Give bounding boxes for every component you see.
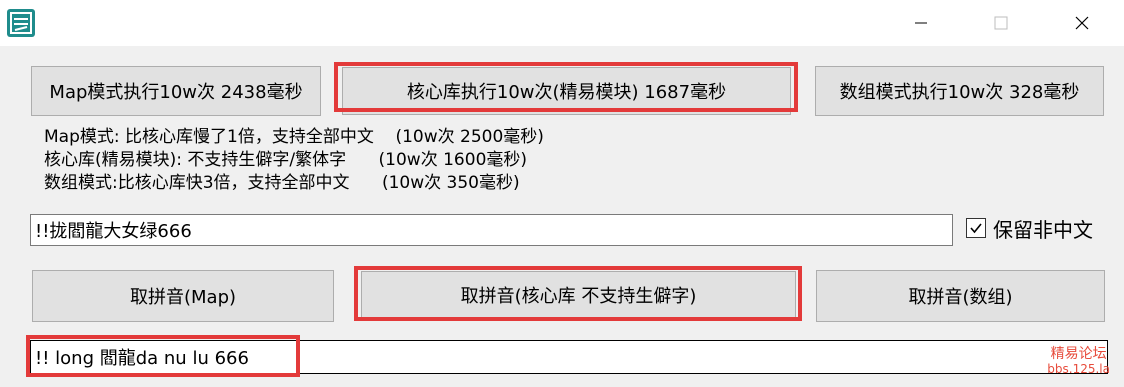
minimize-icon: [915, 22, 927, 24]
highlight-box-pinyin-core: [354, 266, 802, 321]
app-icon: [6, 8, 36, 38]
close-icon: [1075, 16, 1089, 30]
pinyin-map-button[interactable]: 取拼音(Map): [32, 270, 334, 322]
checkmark-icon: [970, 223, 982, 234]
checkbox-box[interactable]: [966, 218, 986, 238]
keep-non-chinese-checkbox[interactable]: 保留非中文: [966, 213, 1093, 243]
highlight-box-output: [26, 335, 300, 377]
minimize-button[interactable]: [898, 0, 944, 46]
watermark-line2: bbs.125.la: [1047, 362, 1110, 376]
source-text-value: !!拢閻龍大女绿666: [35, 221, 192, 242]
description-line-array: 数组模式:比核心库快3倍，支持全部中文 (10w次 350毫秒): [44, 173, 520, 193]
map-benchmark-label: Map模式执行10w次 2438毫秒: [49, 82, 303, 103]
watermark-line1: 精易论坛: [1050, 346, 1107, 362]
description-line-core: 核心库(精易模块): 不支持生僻字/繁体字 (10w次 1600毫秒): [44, 150, 528, 170]
array-benchmark-label: 数组模式执行10w次 328毫秒: [839, 82, 1080, 103]
pinyin-array-label: 取拼音(数组): [908, 287, 1013, 308]
pinyin-array-button[interactable]: 取拼音(数组): [816, 270, 1105, 322]
source-text-input[interactable]: !!拢閻龍大女绿666: [30, 214, 953, 246]
keep-non-chinese-label: 保留非中文: [993, 217, 1093, 242]
maximize-icon: [994, 16, 1008, 30]
title-bar: [0, 0, 1124, 46]
pinyin-map-label: 取拼音(Map): [129, 287, 237, 308]
forum-watermark: 精易论坛 bbs.125.la: [1047, 346, 1110, 376]
description-line-map: Map模式: 比核心库慢了1倍，支持全部中文 (10w次 2500毫秒): [44, 127, 544, 147]
maximize-button[interactable]: [978, 0, 1024, 46]
map-benchmark-button[interactable]: Map模式执行10w次 2438毫秒: [31, 66, 321, 116]
close-button[interactable]: [1059, 0, 1105, 46]
array-benchmark-button[interactable]: 数组模式执行10w次 328毫秒: [815, 66, 1104, 116]
highlight-box-core-benchmark: [334, 62, 798, 112]
